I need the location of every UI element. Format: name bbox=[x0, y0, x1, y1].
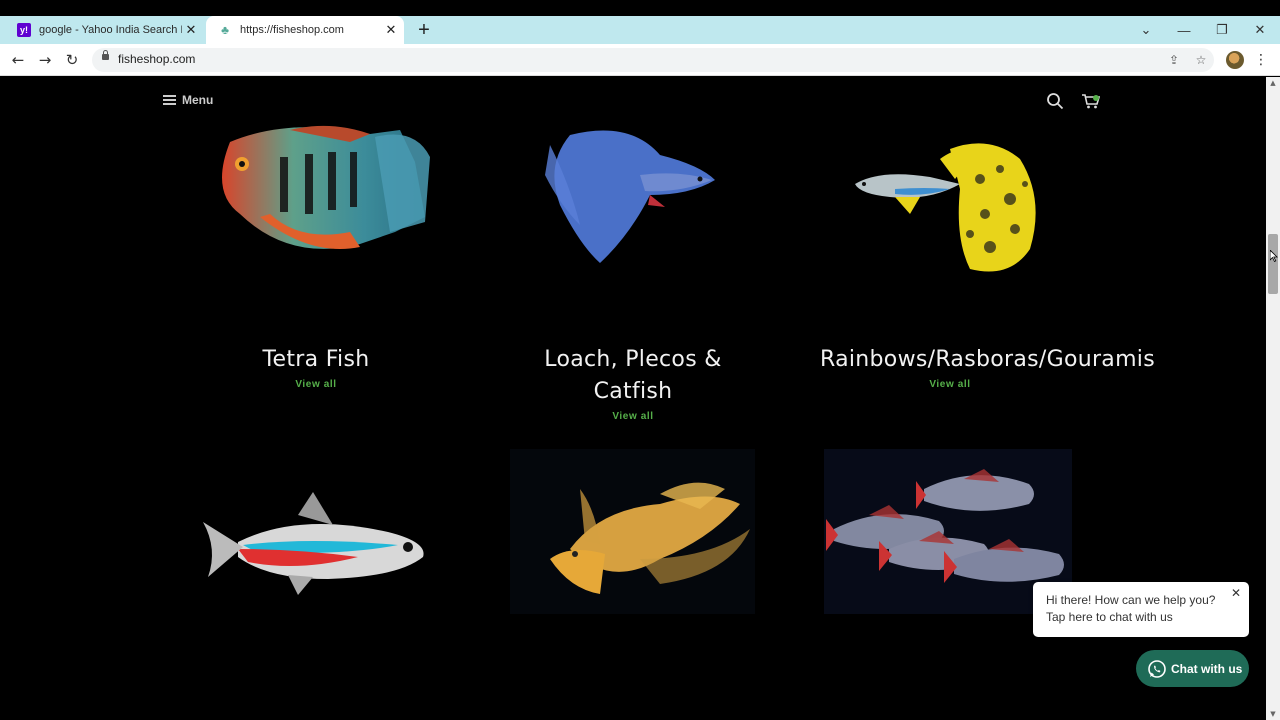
share-icon[interactable]: ⇪ bbox=[1166, 52, 1182, 68]
guppy-fish-image[interactable] bbox=[850, 139, 1045, 279]
pleco-fish-image[interactable] bbox=[510, 449, 755, 614]
whatsapp-icon bbox=[1148, 659, 1166, 678]
neon-tetra-image[interactable] bbox=[198, 487, 433, 602]
betta-fish-image[interactable] bbox=[540, 125, 720, 265]
menu-label: Menu bbox=[182, 93, 214, 107]
site-header: Menu bbox=[0, 77, 1266, 125]
chat-greeting-bubble[interactable]: Hi there! How can we help you? Tap here … bbox=[1033, 582, 1249, 637]
forward-arrow-icon[interactable]: → bbox=[35, 50, 55, 70]
restore-icon[interactable]: ❐ bbox=[1203, 16, 1241, 44]
close-tab-icon[interactable]: ✕ bbox=[382, 21, 400, 39]
cichlid-fish-image[interactable] bbox=[200, 122, 445, 262]
category-title-tetra[interactable]: Tetra Fish bbox=[196, 344, 436, 376]
window-close-icon[interactable]: ✕ bbox=[1241, 16, 1279, 44]
bookmark-star-icon[interactable]: ☆ bbox=[1193, 52, 1209, 68]
category-title-loach-line1[interactable]: Loach, Plecos & bbox=[513, 344, 753, 376]
tab-title: https://fisheshop.com bbox=[240, 24, 344, 36]
search-icon[interactable] bbox=[1046, 92, 1064, 110]
tab-yahoo-search[interactable]: y! google - Yahoo India Search Res ✕ bbox=[8, 16, 204, 44]
close-tab-icon[interactable]: ✕ bbox=[182, 21, 200, 39]
view-all-loach-link[interactable]: View all bbox=[513, 411, 753, 422]
minimize-icon[interactable]: — bbox=[1165, 16, 1203, 44]
tab-title: google - Yahoo India Search Res bbox=[39, 24, 182, 36]
scrollbar-thumb[interactable] bbox=[1268, 234, 1278, 294]
chat-button-label: Chat with us bbox=[1171, 661, 1243, 676]
reload-icon[interactable]: ↻ bbox=[62, 50, 82, 70]
scroll-up-arrow-icon[interactable]: ▲ bbox=[1266, 77, 1280, 89]
profile-avatar[interactable] bbox=[1226, 51, 1244, 69]
scroll-down-arrow-icon[interactable]: ▼ bbox=[1266, 708, 1280, 720]
page-scrollbar[interactable]: ▲ ▼ bbox=[1266, 77, 1280, 720]
view-all-tetra-link[interactable]: View all bbox=[196, 379, 436, 390]
url-text: fisheshop.com bbox=[118, 52, 196, 66]
category-title-rainbows[interactable]: Rainbows/Rasboras/Gouramis bbox=[820, 344, 1155, 376]
menu-button[interactable]: Menu bbox=[163, 93, 213, 107]
tab-fisheshop[interactable]: ♣ https://fisheshop.com ✕ bbox=[206, 16, 404, 44]
hamburger-icon bbox=[163, 95, 176, 105]
category-title-loach-line2[interactable]: Catfish bbox=[513, 376, 753, 408]
os-top-strip bbox=[0, 0, 1280, 16]
back-arrow-icon[interactable]: ← bbox=[8, 50, 28, 70]
lock-icon bbox=[102, 50, 109, 60]
tab-search-chevron-icon[interactable]: ⌄ bbox=[1127, 16, 1165, 44]
view-all-rainbows-link[interactable]: View all bbox=[830, 379, 1070, 390]
cart-icon[interactable] bbox=[1081, 92, 1101, 110]
chat-with-us-button[interactable]: Chat with us bbox=[1136, 650, 1249, 687]
new-tab-icon[interactable]: + bbox=[413, 20, 435, 42]
browser-menu-icon[interactable]: ⋮ bbox=[1254, 50, 1268, 70]
mouse-cursor-icon bbox=[1270, 250, 1278, 262]
browser-toolbar: ← → ↻ fisheshop.com ⇪ ☆ ⋮ bbox=[0, 44, 1280, 76]
chat-greeting-text: Hi there! How can we help you? Tap here … bbox=[1046, 593, 1216, 624]
yahoo-icon: y! bbox=[17, 23, 31, 37]
close-icon[interactable]: ✕ bbox=[1229, 586, 1243, 600]
site-icon: ♣ bbox=[221, 23, 229, 37]
tab-strip: y! google - Yahoo India Search Res ✕ ♣ h… bbox=[0, 16, 1280, 44]
address-bar[interactable]: fisheshop.com ⇪ ☆ bbox=[92, 48, 1214, 72]
